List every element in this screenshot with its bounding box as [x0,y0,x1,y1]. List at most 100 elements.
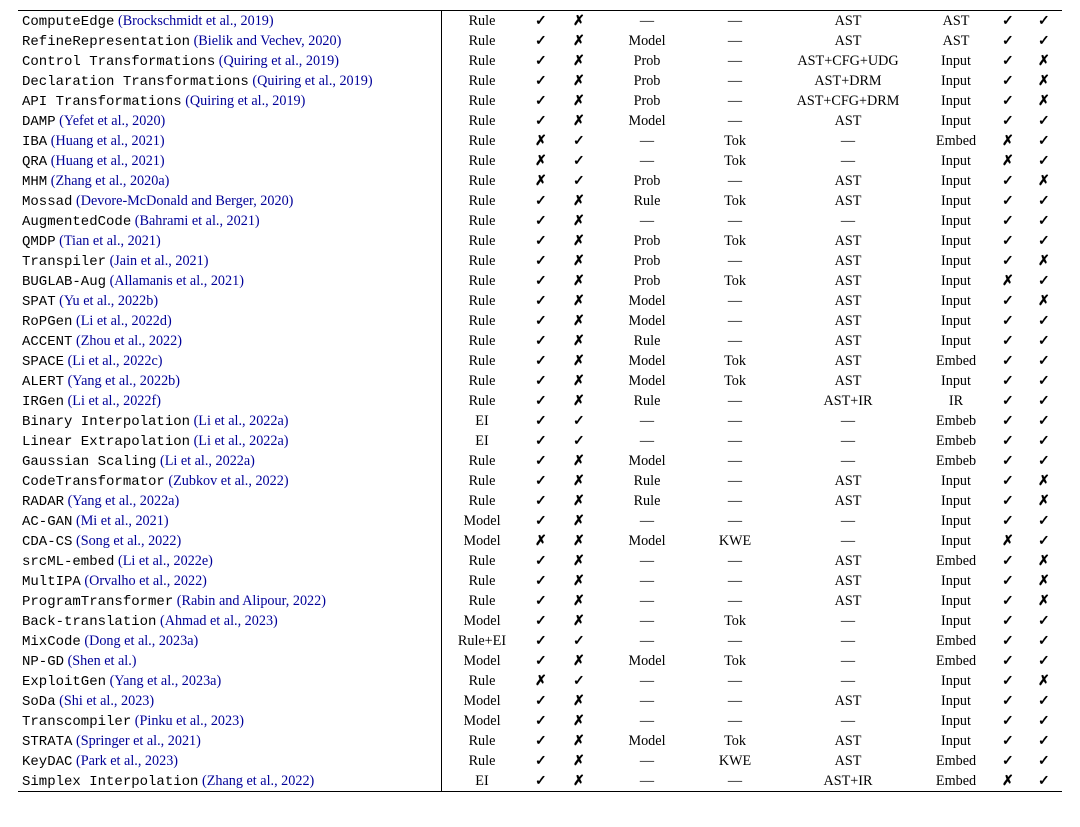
col-7: Embed [922,631,990,651]
citation-link[interactable]: (Park et al., 2023) [76,753,178,769]
col-4: Rule [598,491,696,511]
col-3 [560,731,598,751]
col-3 [560,331,598,351]
col-7: Input [922,591,990,611]
citation-link[interactable]: (Quiring et al., 2019) [219,53,339,69]
citation-link[interactable]: (Li et al., 2022d) [76,313,172,329]
citation-link[interactable]: (Li et al., 2022e) [118,553,213,569]
col-2 [522,371,560,391]
col-3 [560,251,598,271]
col-5: Tok [696,371,774,391]
col-4: Model [598,651,696,671]
col-6: — [774,631,922,651]
citation-link[interactable]: (Shen et al.) [68,653,137,669]
citation-link[interactable]: (Yang et al., 2022b) [68,373,180,389]
method-name: Linear Extrapolation [22,434,190,450]
col-1: Rule [442,131,523,151]
col-8 [990,431,1026,451]
method-name: AugmentedCode [22,214,131,230]
citation-link[interactable]: (Devore-McDonald and Berger, 2020) [76,193,293,209]
table-row: Transcompiler (Pinku et al., 2023)Model—… [18,711,1062,731]
citation-link[interactable]: (Mi et al., 2021) [76,513,169,529]
citation-link[interactable]: (Quiring et al., 2019) [252,73,372,89]
method-cell: Mossad (Devore-McDonald and Berger, 2020… [18,191,442,211]
citation-link[interactable]: (Quiring et al., 2019) [185,93,305,109]
col-7: Input [922,311,990,331]
citation-link[interactable]: (Bahrami et al., 2021) [135,213,260,229]
cross-icon [573,693,585,709]
citation-link[interactable]: (Song et al., 2022) [76,533,181,549]
citation-link[interactable]: (Allamanis et al., 2021) [110,273,244,289]
table-row: SPAT (Yu et al., 2022b)RuleModel—ASTInpu… [18,291,1062,311]
col-3 [560,151,598,171]
cross-icon [573,273,585,289]
check-icon [1038,633,1050,649]
method-name: srcML-embed [22,554,114,570]
citation-link[interactable]: (Jain et al., 2021) [110,253,209,269]
check-icon [1002,293,1014,309]
method-name: KeyDAC [22,754,72,770]
check-icon [1038,193,1050,209]
col-1: Rule [442,351,523,371]
table-row: Mossad (Devore-McDonald and Berger, 2020… [18,191,1062,211]
method-name: IRGen [22,394,64,410]
method-name: SoDa [22,694,56,710]
col-4: — [598,211,696,231]
citation-link[interactable]: (Huang et al., 2021) [51,153,165,169]
citation-link[interactable]: (Yefet et al., 2020) [59,113,165,129]
col-1: Rule [442,51,523,71]
col-8 [990,291,1026,311]
cross-icon [1038,573,1050,589]
col-9 [1026,131,1062,151]
col-6: — [774,131,922,151]
col-6: AST+CFG+DRM [774,91,922,111]
col-8 [990,691,1026,711]
col-8 [990,491,1026,511]
col-5: — [696,111,774,131]
citation-link[interactable]: (Springer et al., 2021) [76,733,201,749]
check-icon [1002,453,1014,469]
col-4: Model [598,451,696,471]
citation-link[interactable]: (Li et al., 2022a) [194,413,289,429]
cross-icon [573,533,585,549]
citation-link[interactable]: (Bielik and Vechev, 2020) [194,33,342,49]
citation-link[interactable]: (Rabin and Alipour, 2022) [177,593,326,609]
citation-link[interactable]: (Yu et al., 2022b) [59,293,158,309]
cross-icon [573,773,585,789]
citation-link[interactable]: (Zhang et al., 2020a) [51,173,170,189]
table-row: ExploitGen (Yang et al., 2023a)Rule———In… [18,671,1062,691]
citation-link[interactable]: (Li et al., 2022a) [160,453,255,469]
col-4: — [598,671,696,691]
citation-link[interactable]: (Tian et al., 2021) [59,233,161,249]
col-4: Rule [598,191,696,211]
citation-link[interactable]: (Li et al., 2022f) [68,393,161,409]
citation-link[interactable]: (Zubkov et al., 2022) [168,473,288,489]
citation-link[interactable]: (Brockschmidt et al., 2019) [118,13,274,29]
col-8 [990,231,1026,251]
col-3 [560,691,598,711]
col-7: Embed [922,131,990,151]
col-2 [522,391,560,411]
citation-link[interactable]: (Li et al., 2022c) [68,353,163,369]
table-row: MixCode (Dong et al., 2023a)Rule+EI———Em… [18,631,1062,651]
citation-link[interactable]: (Shi et al., 2023) [59,693,154,709]
citation-link[interactable]: (Huang et al., 2021) [51,133,165,149]
citation-link[interactable]: (Dong et al., 2023a) [84,633,198,649]
citation-link[interactable]: (Ahmad et al., 2023) [160,613,278,629]
col-1: Rule [442,391,523,411]
citation-link[interactable]: (Pinku et al., 2023) [135,713,244,729]
col-8 [990,471,1026,491]
citation-link[interactable]: (Li et al., 2022a) [194,433,289,449]
col-8 [990,551,1026,571]
method-name: MixCode [22,634,81,650]
citation-link[interactable]: (Zhang et al., 2022) [202,773,314,789]
col-1: Rule [442,311,523,331]
citation-link[interactable]: (Yang et al., 2023a) [110,673,222,689]
col-2 [522,711,560,731]
check-icon [535,293,547,309]
col-1: Rule [442,151,523,171]
citation-link[interactable]: (Yang et al., 2022a) [68,493,180,509]
citation-link[interactable]: (Orvalho et al., 2022) [84,573,207,589]
check-icon [1002,113,1014,129]
citation-link[interactable]: (Zhou et al., 2022) [76,333,182,349]
